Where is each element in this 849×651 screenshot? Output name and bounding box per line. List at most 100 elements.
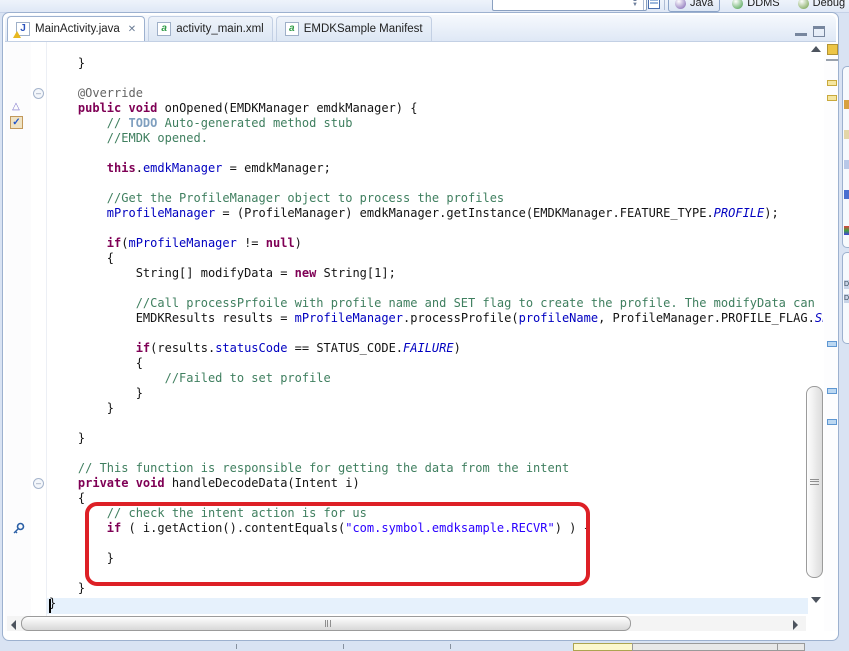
scroll-down-arrow[interactable]: [811, 597, 821, 603]
fold-collapse-icon[interactable]: –: [33, 478, 44, 489]
code-line: String[] modifyData = new String[1];: [49, 266, 823, 281]
perspective-label: DDMS: [747, 0, 779, 9]
android-xml-icon: a: [157, 22, 171, 36]
scroll-left-arrow[interactable]: [11, 620, 16, 630]
warning-overview-marker-icon[interactable]: [827, 95, 837, 101]
status-separator: [450, 644, 451, 649]
code-line: mProfileManager = (ProfileManager) emdkM…: [49, 206, 823, 221]
tab-label: EMDKSample Manifest: [304, 23, 423, 35]
info-overview-marker-icon[interactable]: [827, 419, 837, 425]
warning-overlay-icon: [13, 31, 21, 38]
code-line: }: [49, 56, 823, 71]
code-line: [49, 146, 823, 161]
code-line: //Get the ProfileManager object to proce…: [49, 191, 823, 206]
collapsed-view-bar: D D: [842, 12, 849, 641]
code-line: [49, 71, 823, 86]
perspective-button-ddms[interactable]: DDMS: [726, 0, 785, 11]
status-separator: [343, 644, 344, 649]
perspective-icon: [798, 0, 809, 9]
view-icon[interactable]: [844, 190, 849, 199]
code-line: @Override: [49, 86, 823, 101]
view-icon[interactable]: D: [844, 294, 849, 303]
android-xml-icon: a: [285, 22, 299, 36]
code-line: [49, 611, 823, 614]
tab-emdksample-manifest[interactable]: a EMDKSample Manifest: [276, 16, 432, 41]
code-line: [49, 281, 823, 296]
code-line: {: [49, 251, 823, 266]
task-marker-icon[interactable]: ✓: [10, 116, 23, 129]
code-line: if(mProfileManager != null): [49, 236, 823, 251]
perspective-button-java[interactable]: Java: [668, 0, 720, 12]
tab-mainactivity-java[interactable]: J MainActivity.java ✕: [7, 16, 145, 41]
scroll-right-arrow[interactable]: [793, 620, 798, 630]
code-line: [49, 416, 823, 431]
code-line: private void handleDecodeData(Intent i): [49, 476, 823, 491]
highlight-annotation: [85, 502, 590, 586]
perspective-button-debug[interactable]: Debug: [792, 0, 849, 11]
text-caret: [49, 599, 51, 613]
search-spinner[interactable]: ▲▼: [631, 0, 639, 10]
scroll-up-arrow[interactable]: [811, 46, 821, 52]
code-line: [49, 446, 823, 461]
code-line: }: [49, 431, 823, 446]
code-line: [49, 176, 823, 191]
horizontal-scrollbar: [7, 616, 806, 631]
heap-status: [573, 643, 633, 651]
view-icon[interactable]: [844, 160, 849, 169]
code-line: }: [49, 386, 823, 401]
code-line: }: [49, 401, 823, 416]
vertical-scrollbar-thumb[interactable]: [806, 386, 823, 578]
view-icon[interactable]: [844, 100, 849, 109]
code-line: {: [49, 356, 823, 371]
code-line: this.emdkManager = emdkManager;: [49, 161, 823, 176]
view-icon[interactable]: D: [844, 280, 849, 289]
minimize-view-button[interactable]: [794, 26, 808, 37]
code-line: // TODO Auto-generated method stub: [49, 116, 823, 131]
code-line: public void onOpened(EMDKManager emdkMan…: [49, 101, 823, 116]
perspective-label: Java: [690, 0, 713, 9]
toolbar-separator: [643, 0, 644, 10]
perspective-switcher: Java DDMS Debug: [668, 0, 849, 12]
status-box: [777, 643, 805, 651]
tab-label: activity_main.xml: [176, 23, 264, 35]
editor-panel: J MainActivity.java ✕ a activity_main.xm…: [2, 12, 839, 641]
maximize-view-button[interactable]: [812, 26, 826, 37]
tab-label: MainActivity.java: [35, 23, 120, 35]
status-separator: [236, 644, 237, 649]
info-overview-marker-icon[interactable]: [827, 341, 837, 347]
fold-collapse-icon[interactable]: –: [33, 88, 44, 99]
info-overview-marker-icon[interactable]: [827, 388, 837, 394]
folding-ruler: – –: [31, 42, 47, 631]
toolbar-separator: [664, 0, 665, 10]
overview-status-icon[interactable]: [827, 44, 838, 55]
java-file-warning-icon: J: [16, 22, 30, 36]
code-line: //Call processPrfoile with profile name …: [49, 296, 823, 311]
code-line: // This function is responsible for gett…: [49, 461, 823, 476]
code-line: }: [49, 596, 823, 611]
perspective-icon: [732, 0, 743, 9]
code-editor-viewport[interactable]: } @Override public void onOpened(EMDKMan…: [47, 42, 823, 614]
horizontal-scrollbar-thumb[interactable]: [21, 616, 631, 631]
close-icon[interactable]: ✕: [128, 24, 136, 35]
code-line: EMDKResults results = mProfileManager.pr…: [49, 311, 823, 326]
warning-overview-marker-icon[interactable]: [827, 80, 837, 86]
perspective-label: Debug: [813, 0, 845, 9]
key-marker-icon[interactable]: [10, 522, 26, 538]
view-icon[interactable]: [844, 130, 849, 139]
view-icon[interactable]: [844, 226, 849, 235]
editor-body: △ ✓ – – } @Override public void onOpened…: [5, 42, 838, 631]
code-line: //Failed to set profile: [49, 371, 823, 386]
tab-activity-main-xml[interactable]: a activity_main.xml: [148, 16, 273, 41]
overview-divider: [826, 59, 838, 61]
search-input[interactable]: [492, 0, 647, 11]
override-marker-icon[interactable]: △: [8, 100, 24, 116]
code-line: [49, 326, 823, 341]
open-perspective-icon[interactable]: [648, 0, 660, 9]
editor-tab-bar: J MainActivity.java ✕ a activity_main.xm…: [5, 15, 836, 42]
collapsed-view-group: [842, 66, 849, 248]
annotation-ruler: △ ✓: [5, 42, 31, 631]
status-bar-fragment: [0, 641, 849, 649]
status-box: [632, 643, 778, 651]
overview-ruler: [824, 42, 838, 631]
code-line: //EMDK opened.: [49, 131, 823, 146]
